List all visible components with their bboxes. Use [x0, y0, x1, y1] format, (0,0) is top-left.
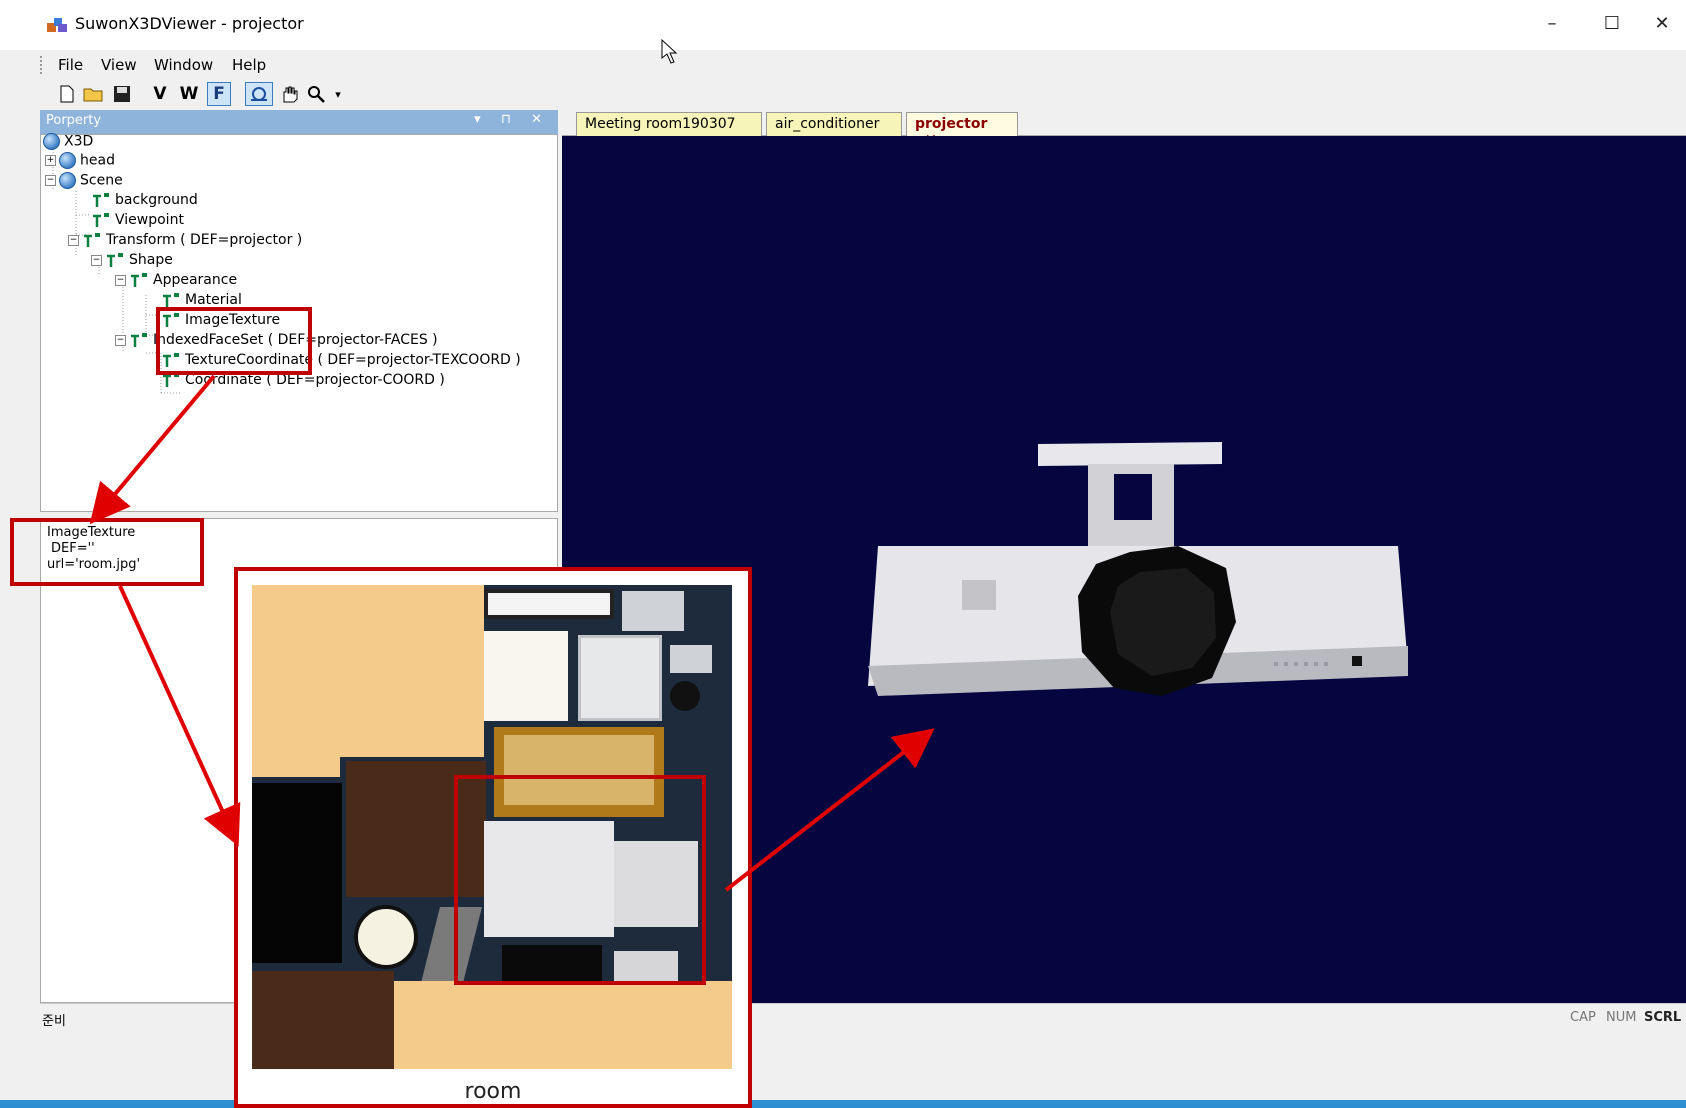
tree-item-shape[interactable]: − Shape — [91, 252, 173, 268]
globe-icon — [59, 152, 76, 169]
status-cap: CAP — [1570, 1010, 1596, 1025]
node-icon — [93, 193, 109, 207]
node-icon — [107, 253, 123, 267]
collapse-toggle[interactable]: − — [45, 175, 56, 186]
wireframe-mode-button[interactable]: W — [176, 82, 202, 106]
status-scrl: SCRL — [1644, 1010, 1682, 1025]
tree-item-x3d[interactable]: X3D — [43, 133, 93, 150]
tab-projector-label: projector — [915, 116, 988, 132]
node-icon — [163, 293, 179, 307]
new-file-icon[interactable] — [56, 82, 78, 106]
collapse-toggle[interactable]: − — [91, 254, 102, 266]
node-icon — [131, 273, 147, 287]
status-ready: 준비 — [42, 1014, 66, 1029]
node-icon — [84, 233, 100, 247]
pan-hand-icon[interactable] — [276, 82, 302, 106]
status-num: NUM — [1606, 1010, 1637, 1025]
window-title: SuwonX3DViewer - projector — [75, 14, 304, 33]
node-icon — [93, 213, 109, 227]
node-icon — [131, 333, 147, 347]
face-mode-button[interactable]: F — [207, 82, 231, 106]
collapse-toggle[interactable]: − — [68, 234, 79, 246]
panel-controls[interactable]: ▾ ⊓ ✕ — [474, 112, 550, 127]
tab-meeting-room[interactable]: Meeting room190307 — [576, 112, 762, 136]
property-panel-title: Porperty — [46, 113, 102, 128]
menu-file[interactable]: File — [58, 56, 83, 74]
room-texture-image — [252, 585, 732, 1069]
tree-item-transform[interactable]: − Transform ( DEF=projector ) — [68, 232, 302, 248]
tree-item-appearance[interactable]: − Appearance — [115, 272, 237, 288]
tree-item-scene[interactable]: − Scene — [45, 172, 123, 189]
open-folder-icon[interactable] — [82, 82, 106, 106]
tree-item-head[interactable]: + head — [45, 152, 115, 169]
menu-bar: File View Window Help — [0, 50, 1686, 80]
close-button[interactable]: ✕ — [1640, 10, 1684, 38]
annotation-box-imagetexture — [156, 307, 312, 375]
property-panel-header: Porperty ▾ ⊓ ✕ — [40, 110, 558, 134]
vertex-mode-button[interactable]: V — [148, 82, 172, 106]
menu-grip — [40, 56, 43, 74]
tab-projector[interactable]: projector ✕ — [906, 112, 1018, 148]
app-icon — [47, 18, 67, 32]
zoom-icon[interactable] — [304, 82, 328, 106]
maximize-button[interactable]: ☐ — [1590, 10, 1634, 38]
texture-caption: room — [464, 1079, 522, 1104]
tree-item-background[interactable]: background — [91, 192, 198, 208]
collapse-toggle[interactable]: − — [115, 334, 126, 346]
tree-item-material[interactable]: Material — [161, 292, 242, 308]
annotation-box-properties — [10, 518, 204, 586]
title-bar: SuwonX3DViewer - projector – ☐ ✕ — [0, 0, 1686, 50]
globe-icon — [59, 172, 76, 189]
expand-toggle[interactable]: + — [45, 155, 56, 166]
save-icon[interactable] — [110, 82, 134, 106]
texture-callout: room — [234, 567, 752, 1108]
tree-item-viewpoint[interactable]: Viewpoint — [91, 212, 184, 228]
globe-icon — [43, 133, 60, 150]
rotate-icon[interactable] — [245, 82, 273, 106]
tab-air-conditioner[interactable]: air_conditioner — [766, 112, 902, 136]
menu-help[interactable]: Help — [232, 56, 266, 74]
menu-view[interactable]: View — [101, 56, 137, 74]
toolbar-overflow-icon[interactable]: ▾ — [332, 82, 344, 106]
minimize-button[interactable]: – — [1530, 10, 1574, 38]
menu-window[interactable]: Window — [154, 56, 213, 74]
collapse-toggle[interactable]: − — [115, 274, 126, 286]
